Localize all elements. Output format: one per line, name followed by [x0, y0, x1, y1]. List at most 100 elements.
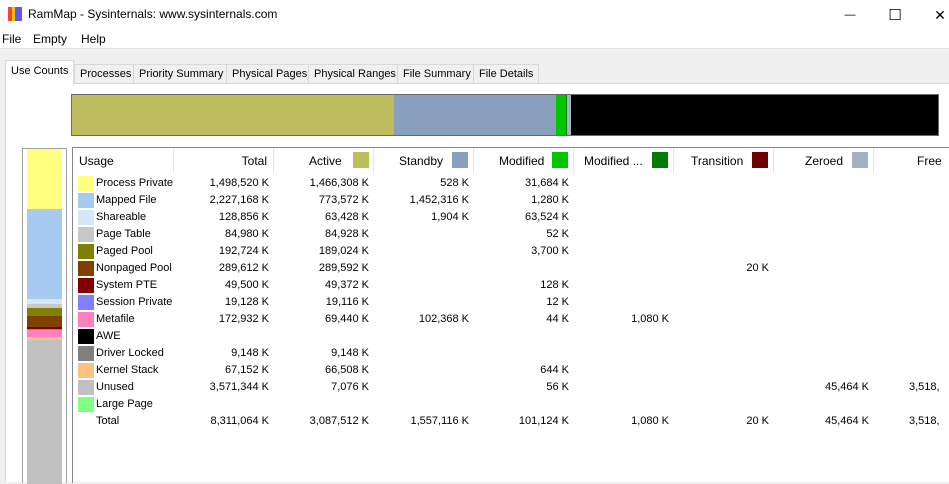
tab-file-summary[interactable]: File Summary	[397, 64, 477, 84]
modified-color-swatch	[552, 152, 568, 168]
tab-priority-summary[interactable]: Priority Summary	[133, 64, 229, 84]
column-header-standby[interactable]: Standby	[374, 148, 474, 173]
table-row[interactable]: Shareable128,856 K63,428 K1,904 K63,524 …	[73, 209, 949, 226]
cell-standby: 1,904 K	[369, 211, 469, 223]
cell-active: 19,116 K	[269, 296, 369, 308]
cell-modified: 52 K	[469, 228, 569, 240]
cell-modified-nowrite: 1,080 K	[569, 415, 669, 427]
usage-stack-bar-frame	[22, 148, 67, 483]
usage-label: Nonpaged Pool	[96, 262, 172, 274]
column-label-free: Free	[917, 154, 942, 168]
title-bar: RamMap - Sysinternals: www.sysinternals.…	[0, 0, 949, 30]
tab-physical-ranges[interactable]: Physical Ranges	[308, 64, 402, 84]
table-row[interactable]: Paged Pool192,724 K189,024 K3,700 K	[73, 243, 949, 260]
cell-active: 66,508 K	[269, 364, 369, 376]
usage-label: Mapped File	[96, 194, 157, 206]
usage-color-swatch	[78, 346, 94, 361]
tab-processes[interactable]: Processes	[74, 64, 137, 84]
usage-label: Session Private	[96, 296, 172, 308]
cell-modified: 128 K	[469, 279, 569, 291]
table-row[interactable]: AWE	[73, 328, 949, 345]
column-header-usage[interactable]: Usage	[73, 148, 174, 173]
usage-color-swatch	[78, 363, 94, 378]
usage-color-swatch	[78, 210, 94, 225]
cell-active: 49,372 K	[269, 279, 369, 291]
rammap-app-icon	[8, 7, 22, 21]
usage-label: Large Page	[96, 398, 153, 410]
table-row[interactable]: Driver Locked9,148 K9,148 K	[73, 345, 949, 362]
column-header-modified-no-write[interactable]: Modified ...	[574, 148, 674, 173]
zeroed-color-swatch	[852, 152, 868, 168]
cell-total: 9,148 K	[169, 347, 269, 359]
column-label-active: Active	[309, 154, 342, 168]
memory-bar-segment-modified	[556, 95, 567, 135]
cell-active: 289,592 K	[269, 262, 369, 274]
usage-stack-segment	[27, 330, 62, 337]
use-counts-panel: Usage Total Active Standby Modified Modi…	[5, 83, 949, 482]
tab-use-counts[interactable]: Use Counts	[5, 60, 74, 85]
column-header-active[interactable]: Active	[274, 148, 374, 173]
usage-color-swatch	[78, 176, 94, 191]
cell-modified: 101,124 K	[469, 415, 569, 427]
table-row[interactable]: Kernel Stack67,152 K66,508 K644 K	[73, 362, 949, 379]
cell-active: 63,428 K	[269, 211, 369, 223]
cell-total: 49,500 K	[169, 279, 269, 291]
close-button[interactable]: ✕	[917, 0, 949, 30]
usage-color-swatch	[78, 312, 94, 327]
table-row[interactable]: Page Table84,980 K84,928 K52 K	[73, 226, 949, 243]
minimize-button[interactable]: —	[827, 0, 873, 30]
cell-standby: 102,368 K	[369, 313, 469, 325]
usage-label: Process Private	[96, 177, 173, 189]
column-label-modified-no-write: Modified ...	[584, 154, 643, 168]
menu-help[interactable]: Help	[81, 32, 106, 46]
cell-total: 8,311,064 K	[169, 415, 269, 427]
column-label-transition: Transition	[691, 154, 743, 168]
column-header-total[interactable]: Total	[174, 148, 274, 173]
column-header-transition[interactable]: Transition	[674, 148, 774, 173]
column-label-total: Total	[242, 154, 267, 168]
table-row[interactable]: System PTE 49,500 K49,372 K 128 K	[73, 277, 949, 294]
cell-active: 7,076 K	[269, 381, 369, 393]
cell-active: 3,087,512 K	[269, 415, 369, 427]
usage-label: System PTE	[96, 279, 157, 291]
column-label-modified: Modified	[499, 154, 544, 168]
menu-file[interactable]: File	[2, 32, 21, 46]
cell-modified-nowrite: 1,080 K	[569, 313, 669, 325]
cell-total: 2,227,168 K	[169, 194, 269, 206]
usage-color-swatch	[78, 295, 94, 310]
menu-bar: File Empty Help	[0, 30, 949, 49]
active-color-swatch	[353, 152, 369, 168]
maximize-button[interactable]: ☐	[872, 0, 918, 30]
cell-transition: 20 K	[669, 262, 769, 274]
cell-total: 1,498,520 K	[169, 177, 269, 189]
cell-free: 3,518,	[909, 415, 949, 427]
use-counts-table[interactable]: Usage Total Active Standby Modified Modi…	[72, 147, 949, 483]
cell-modified: 3,700 K	[469, 245, 569, 257]
memory-bar-segment-free	[571, 95, 938, 135]
table-row[interactable]: Large Page	[73, 396, 949, 413]
table-row[interactable]: Process Private1,498,520 K1,466,308 K528…	[73, 175, 949, 192]
usage-color-swatch	[78, 193, 94, 208]
column-label-standby: Standby	[399, 154, 443, 168]
usage-color-swatch	[78, 397, 94, 412]
table-row[interactable]: Nonpaged Pool289,612 K289,592 K20 K	[73, 260, 949, 277]
cell-transition: 20 K	[669, 415, 769, 427]
cell-active: 189,024 K	[269, 245, 369, 257]
column-header-zeroed[interactable]: Zeroed	[774, 148, 874, 173]
table-row[interactable]: Metafile172,932 K69,440 K102,368 K44 K1,…	[73, 311, 949, 328]
table-row[interactable]: Total8,311,064 K3,087,512 K1,557,116 K10…	[73, 413, 949, 430]
menu-empty[interactable]: Empty	[33, 32, 67, 46]
column-header-free[interactable]: Free	[874, 148, 949, 173]
tab-file-details[interactable]: File Details	[473, 64, 539, 84]
column-header-modified[interactable]: Modified	[474, 148, 574, 173]
usage-color-swatch	[78, 329, 94, 344]
table-row[interactable]: Session Private19,128 K19,116 K12 K	[73, 294, 949, 311]
cell-standby: 528 K	[369, 177, 469, 189]
tab-physical-pages[interactable]: Physical Pages	[226, 64, 313, 84]
cell-total: 172,932 K	[169, 313, 269, 325]
table-row[interactable]: Unused3,571,344 K7,076 K56 K45,464 K3,51…	[73, 379, 949, 396]
cell-active: 69,440 K	[269, 313, 369, 325]
usage-stack-bar	[27, 149, 62, 484]
cell-total: 3,571,344 K	[169, 381, 269, 393]
table-row[interactable]: Mapped File2,227,168 K773,572 K1,452,316…	[73, 192, 949, 209]
